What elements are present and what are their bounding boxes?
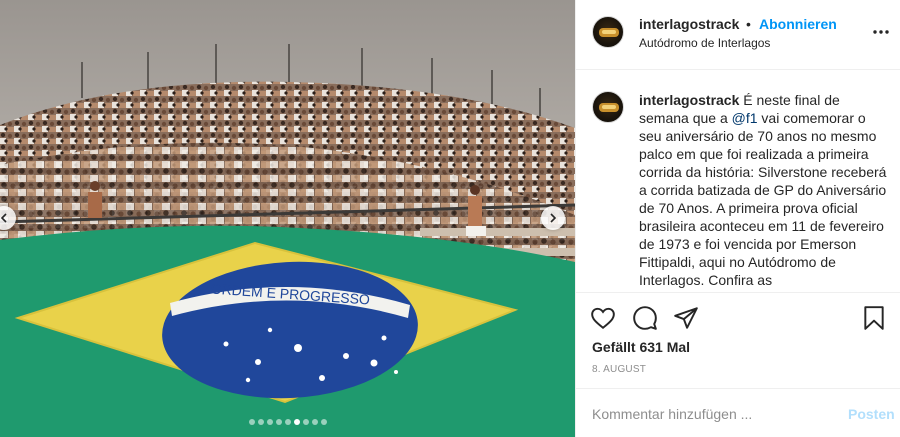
carousel-dot — [257, 419, 264, 425]
bookmark-icon[interactable] — [861, 305, 887, 331]
carousel-dot — [284, 419, 291, 425]
carousel-dot — [275, 419, 282, 425]
username-link[interactable]: interlagostrack — [639, 16, 739, 32]
caption-text: interlagostrack É neste final de semana … — [639, 91, 889, 289]
post-date[interactable]: 8. AUGUST — [592, 364, 646, 375]
stadium-photo: ORDEM E PROGRESSO — [0, 0, 575, 437]
action-bar — [576, 292, 900, 342]
instagram-post: ORDEM E PROGRESSO interlagostrack • Abon… — [0, 0, 900, 437]
carousel-dot — [293, 419, 300, 425]
post-header: interlagostrack • Abonnieren Autódromo d… — [576, 0, 900, 70]
follow-button[interactable]: Abonnieren — [759, 16, 837, 32]
paper-plane-icon[interactable] — [673, 305, 699, 331]
next-image-button[interactable] — [541, 206, 565, 230]
comment-bar: Posten — [576, 388, 900, 437]
carousel-dot — [266, 419, 273, 425]
location-link[interactable]: Autódromo de Interlagos — [639, 36, 770, 50]
comment-input[interactable] — [592, 404, 832, 424]
chevron-right-icon — [550, 213, 557, 223]
carousel-dot — [320, 419, 327, 425]
caption-username-link[interactable]: interlagostrack — [639, 92, 739, 108]
chevron-left-icon — [0, 213, 7, 223]
post-media[interactable]: ORDEM E PROGRESSO — [0, 0, 575, 437]
like-count[interactable]: Gefällt 631 Mal — [592, 339, 690, 355]
carousel-indicator — [0, 419, 575, 425]
post-side-panel: interlagostrack • Abonnieren Autódromo d… — [575, 0, 900, 437]
separator: • — [746, 16, 751, 32]
avatar[interactable] — [592, 16, 624, 48]
carousel-dot — [302, 419, 309, 425]
heart-icon[interactable] — [590, 305, 616, 331]
caption-area: interlagostrack É neste final de semana … — [576, 71, 900, 291]
carousel-dot — [248, 419, 255, 425]
caption-body-rest: vai comemorar o seu aniversário de 70 an… — [639, 110, 887, 288]
post-comment-button[interactable]: Posten — [848, 406, 895, 422]
more-options-icon[interactable] — [871, 22, 891, 42]
caption-avatar[interactable] — [592, 91, 624, 123]
mention-link[interactable]: @f1 — [732, 110, 758, 126]
carousel-dot — [311, 419, 318, 425]
comment-icon[interactable] — [632, 305, 658, 331]
